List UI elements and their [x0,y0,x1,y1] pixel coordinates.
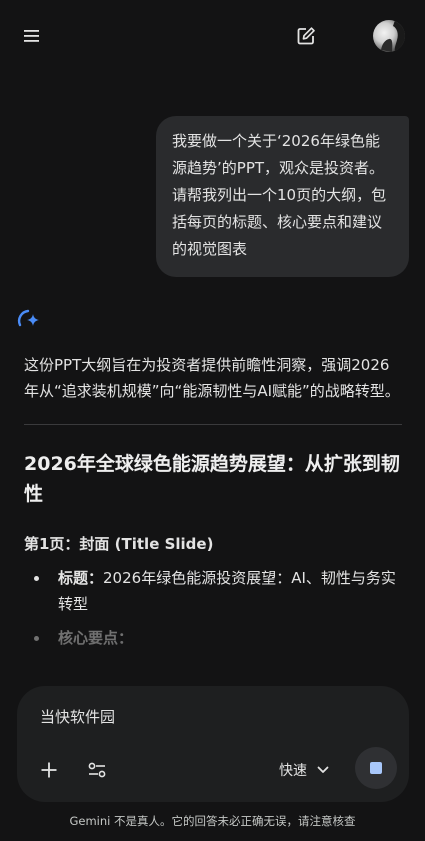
plus-icon [41,762,57,778]
bullet-dot [34,576,39,581]
scroll-fade [0,640,425,686]
avatar-image [381,20,405,52]
prompt-input[interactable]: 当快软件园 [40,706,115,728]
top-bar [0,0,425,72]
chevron-down-icon [317,766,329,773]
gemini-spark-icon [14,305,42,333]
stop-icon [370,762,382,774]
stop-button[interactable] [355,747,397,789]
response-title: 2026年全球绿色能源趋势展望：从扩张到韧性 [24,453,400,505]
mode-selector[interactable]: 快速 [279,756,329,784]
list-item: 标题：2026年绿色能源投资展望：AI、韧性与务实转型 [24,565,402,617]
bullet-text: 2026年绿色能源投资展望：AI、韧性与务实转型 [58,569,396,613]
divider [24,424,402,425]
add-attachment-button[interactable] [35,756,63,784]
tune-icon [88,762,106,778]
response-intro: 这份PPT大纲旨在为投资者提供前瞻性洞察，强调2026年从“追求装机规模”向“能… [24,356,400,400]
new-chat-button[interactable] [292,22,320,50]
avatar[interactable] [373,20,405,52]
tools-button[interactable] [83,756,111,784]
menu-icon [24,30,39,42]
model-response: 这份PPT大纲旨在为投资者提供前瞻性洞察，强调2026年从“追求装机规模”向“能… [24,352,402,659]
section-heading: 第1页：封面 (Title Slide) [24,535,214,553]
edit-icon [297,27,315,45]
user-message-text: 我要做一个关于‘2026年绿色能源趋势’的PPT，观众是投资者。请帮我列出一个1… [172,132,387,258]
prompt-composer: 当快软件园 快速 [17,686,409,802]
bullet-list: 标题：2026年绿色能源投资展望：AI、韧性与务实转型 核心要点： [24,565,402,651]
bullet-term: 标题： [58,569,104,587]
mode-label: 快速 [279,763,307,779]
menu-button[interactable] [18,22,46,50]
user-message-bubble: 我要做一个关于‘2026年绿色能源趋势’的PPT，观众是投资者。请帮我列出一个1… [156,116,409,277]
disclaimer-text: Gemini 不是真人。它的回答未必正确无误，请注意核查 [69,814,356,828]
